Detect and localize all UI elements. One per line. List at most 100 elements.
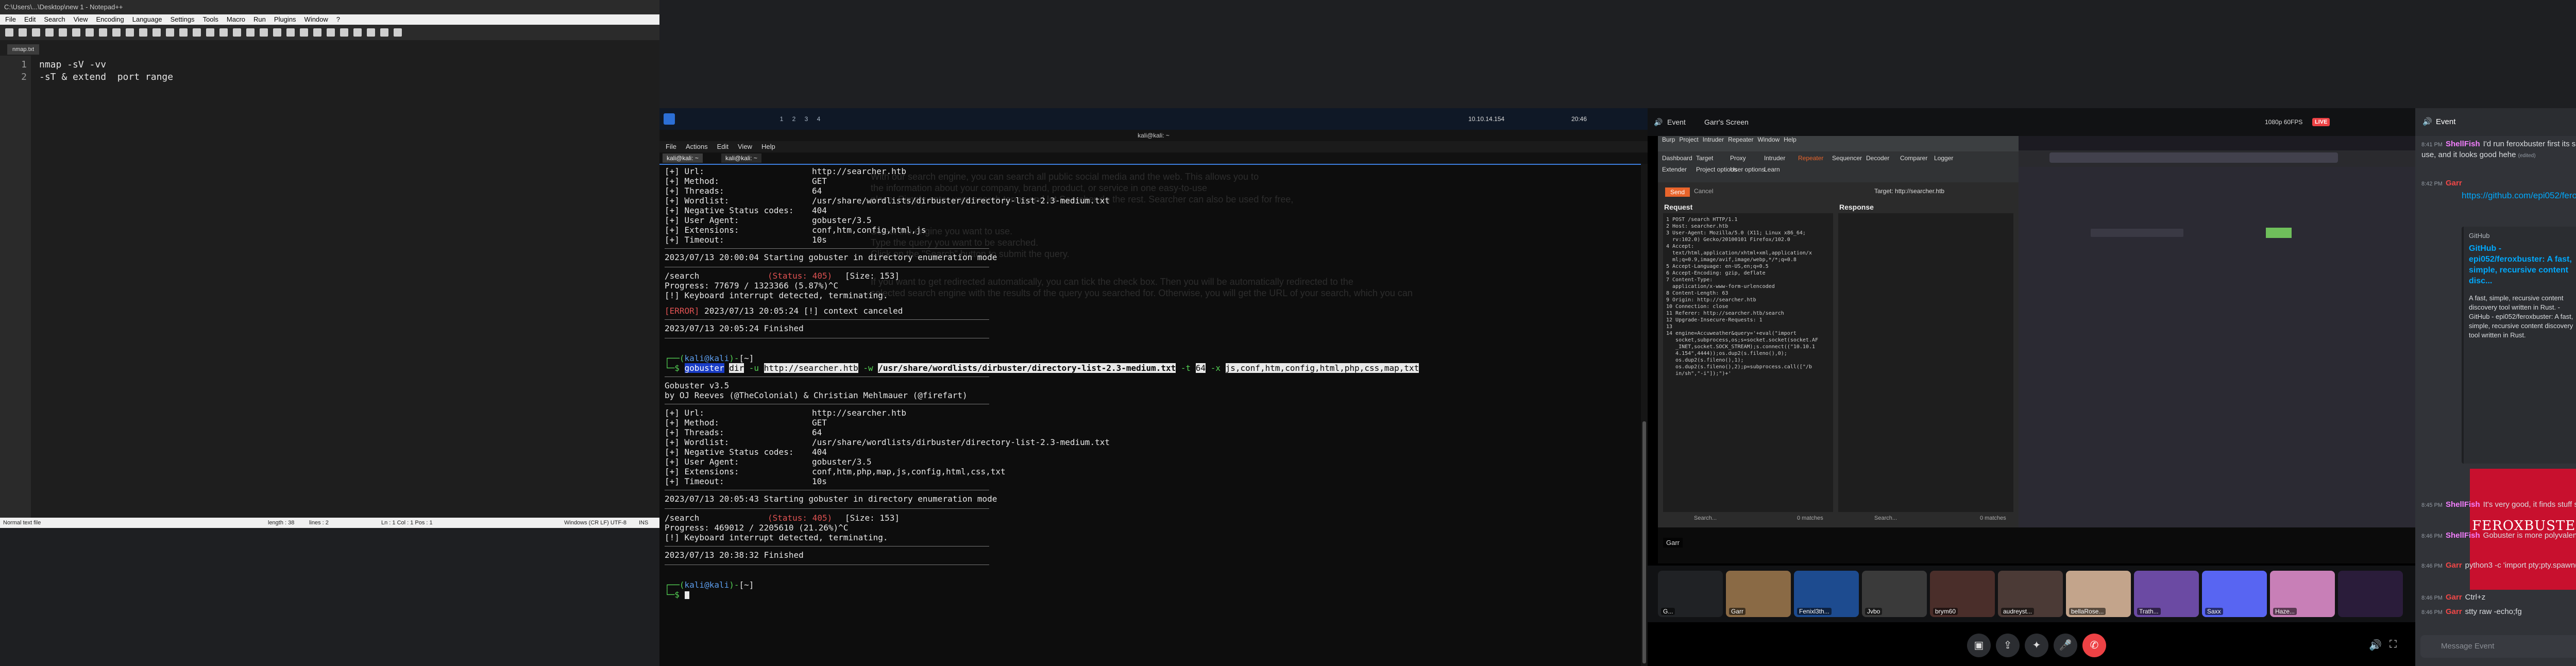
embed-title[interactable]: GitHub - epi052/feroxbuster: A fast, sim… [2469, 243, 2576, 286]
toolbar-icon[interactable] [126, 28, 134, 37]
toolbar-icon[interactable] [394, 28, 402, 37]
workspace-2[interactable]: 2 [788, 114, 800, 124]
burp-tab[interactable]: Extender [1662, 166, 1687, 173]
toolbar-icon[interactable] [166, 28, 174, 37]
voice-tile[interactable]: audreyst... [1998, 571, 2063, 617]
burp-tab[interactable]: Logger [1934, 155, 1953, 162]
voice-tile[interactable]: Haze... [2270, 571, 2335, 617]
command-line[interactable]: └─$ gobuster dir -u http://searcher.htb … [665, 363, 1419, 373]
toolbar-icon[interactable] [45, 28, 54, 37]
npp-menu-item[interactable]: Macro [227, 15, 245, 23]
response-search[interactable]: Search... [1874, 515, 1897, 521]
voice-tile[interactable]: G... [1658, 571, 1723, 617]
toolbar-icon[interactable] [327, 28, 335, 37]
toolbar-icon[interactable] [5, 28, 13, 37]
workspace-3[interactable]: 3 [801, 114, 812, 124]
screen-share[interactable]: Burp Project Intruder Repeater Window Help Da… [1658, 136, 2415, 563]
npp-menu-item[interactable]: Settings [171, 15, 195, 23]
burp-menu-item[interactable]: Help [1784, 136, 1797, 143]
toolbar-icon[interactable] [59, 28, 67, 37]
chat-link[interactable]: https://github.com/epi052/feroxbuster [2462, 191, 2576, 201]
volume-icon[interactable]: 🔊 [2369, 639, 2382, 652]
toolbar-icon[interactable] [152, 28, 161, 37]
cancel-button[interactable]: Cancel [1694, 187, 1713, 195]
embed-image[interactable]: FEROXBUSTER [2470, 469, 2576, 590]
workspace-1[interactable]: 1 [776, 114, 787, 124]
burp-tab[interactable]: Repeater [1798, 155, 1823, 162]
voice-tile[interactable]: bellaRose... [2066, 571, 2131, 617]
burp-menu-item[interactable]: Burp [1662, 136, 1675, 143]
npp-menu-item[interactable]: Tools [203, 15, 218, 23]
npp-menu-item[interactable]: Encoding [96, 15, 124, 23]
workspace-4[interactable]: 4 [813, 114, 824, 124]
npp-menu-item[interactable]: Plugins [274, 15, 296, 23]
message-input[interactable]: Message Event [2420, 635, 2576, 658]
voice-tile[interactable]: Fenixl3th... [1794, 571, 1859, 617]
camera-icon[interactable]: ▣ [1967, 634, 1991, 657]
terminal-menu-item[interactable]: File [666, 143, 676, 150]
toolbar-icon[interactable] [86, 28, 94, 37]
request-search[interactable]: Search... [1694, 515, 1717, 521]
burp-tab[interactable]: Learn [1764, 166, 1780, 173]
toolbar-icon[interactable] [286, 28, 295, 37]
toolbar-icon[interactable] [246, 28, 255, 37]
send-button[interactable]: Send [1665, 187, 1690, 197]
burp-tab[interactable]: Comparer [1900, 155, 1927, 162]
toolbar-icon[interactable] [179, 28, 188, 37]
toolbar-icon[interactable] [233, 28, 241, 37]
terminal-tab-1[interactable]: kali@kali: ~ [663, 153, 703, 163]
npp-menu-item[interactable]: Search [44, 15, 65, 23]
page-search-field[interactable] [2091, 229, 2183, 237]
voice-tile[interactable]: Garr [1726, 571, 1791, 617]
fullscreen-icon[interactable]: ⛶ [2389, 639, 2397, 651]
toolbar-icon[interactable] [300, 28, 308, 37]
npp-menu-item[interactable]: Run [253, 15, 266, 23]
toolbar-icon[interactable] [139, 28, 147, 37]
terminal-scrollbar[interactable] [1641, 164, 1648, 666]
voice-tile[interactable]: Jvbo [1862, 571, 1927, 617]
burp-tab[interactable]: Sequencer [1832, 155, 1862, 162]
screen-share-icon[interactable]: ⇪ [1996, 634, 2020, 657]
burp-menu-item[interactable]: Intruder [1703, 136, 1724, 143]
terminal-output[interactable]: With our search engine, you can search a… [659, 164, 1641, 666]
npp-menu-item[interactable]: View [74, 15, 88, 23]
mic-icon[interactable]: 🎤 [2054, 634, 2077, 657]
toolbar-icon[interactable] [193, 28, 201, 37]
burp-tab[interactable]: Target [1696, 155, 1713, 162]
channel-name[interactable]: Event [1667, 108, 1686, 136]
npp-menu-item[interactable]: ? [336, 15, 340, 23]
kali-menu-icon[interactable] [664, 113, 675, 125]
toolbar-icon[interactable] [219, 28, 228, 37]
voice-tile[interactable]: Trath... [2134, 571, 2199, 617]
burp-tab[interactable]: Dashboard [1662, 155, 1692, 162]
burp-menu-item[interactable]: Repeater [1728, 136, 1753, 143]
toolbar-icon[interactable] [353, 28, 362, 37]
toolbar-icon[interactable] [99, 28, 107, 37]
toolbar-icon[interactable] [367, 28, 375, 37]
npp-menu-item[interactable]: Window [304, 15, 328, 23]
voice-tile[interactable]: brym60 [1930, 571, 1995, 617]
page-search-button[interactable] [2266, 228, 2292, 238]
code-line[interactable]: -sT & extend port range [39, 71, 173, 83]
voice-tile[interactable] [2338, 571, 2403, 617]
burp-menu-item[interactable]: Window [1757, 136, 1780, 143]
npp-menu-item[interactable]: File [5, 15, 16, 23]
browser-url[interactable] [2049, 152, 2338, 163]
terminal-menu-item[interactable]: Help [761, 143, 775, 150]
toolbar-icon[interactable] [380, 28, 388, 37]
request-editor[interactable]: 1 POST /search HTTP/1.1 2 Host: searcher.… [1663, 213, 1833, 512]
toolbar-icon[interactable] [260, 28, 268, 37]
burp-tab[interactable]: User options [1730, 166, 1765, 173]
burp-tab[interactable]: Intruder [1764, 155, 1785, 162]
npp-tab-nmap[interactable]: nmap.txt [7, 44, 40, 55]
toolbar-icon[interactable] [32, 28, 40, 37]
terminal-menu-item[interactable]: Actions [686, 143, 708, 150]
toolbar-icon[interactable] [206, 28, 214, 37]
npp-editor[interactable] [0, 56, 659, 518]
response-editor[interactable] [1838, 213, 2013, 512]
terminal-menu-item[interactable]: View [738, 143, 752, 150]
voice-tile[interactable]: Saxx [2202, 571, 2267, 617]
burp-tab[interactable]: Proxy [1730, 155, 1746, 162]
terminal-tab-2[interactable]: kali@kali: ~ [721, 153, 761, 163]
code-line[interactable]: nmap -sV -vv [39, 59, 106, 71]
